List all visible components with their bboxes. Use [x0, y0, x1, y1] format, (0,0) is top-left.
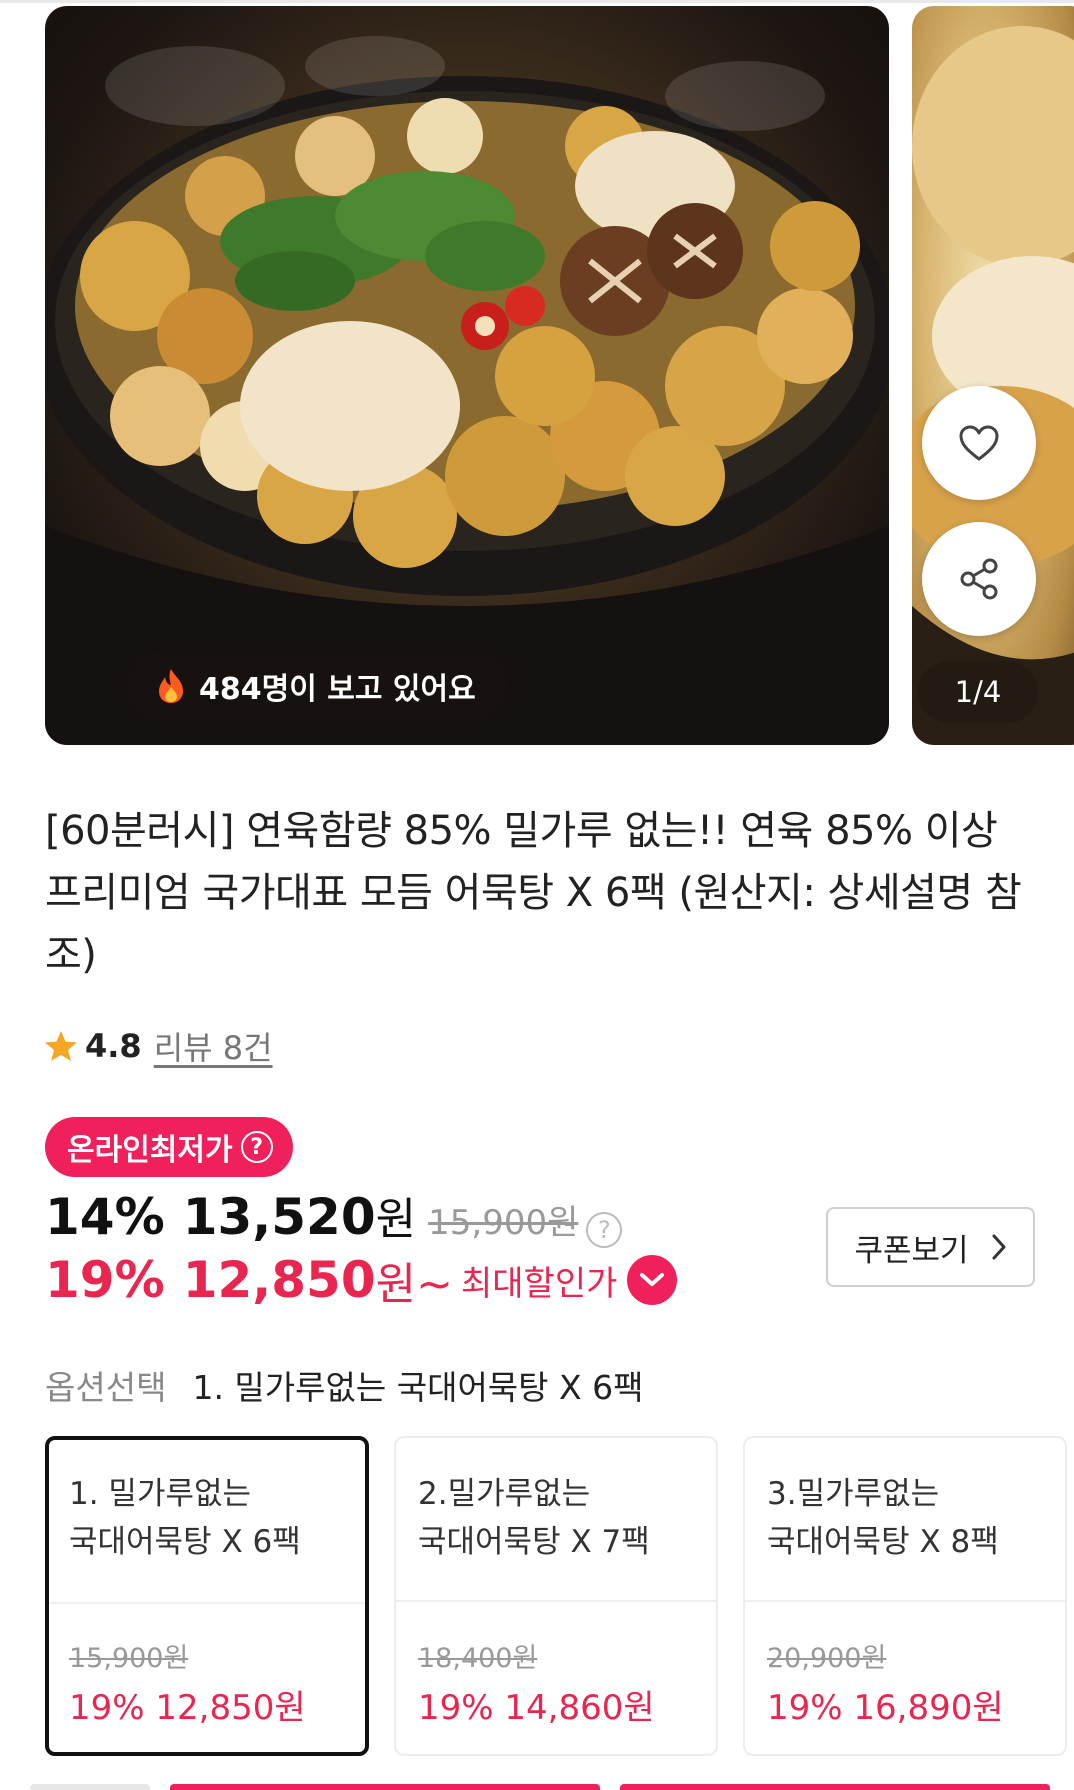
product-image[interactable]: 484명이 보고 있어요	[45, 6, 889, 745]
option-name-line1: 3.밀가루없는	[767, 1476, 940, 1512]
max-discount-percent: 19%	[45, 1251, 165, 1309]
fishcake-hotpot-photo	[45, 36, 889, 745]
lowest-price-badge[interactable]: 온라인최저가 ?	[45, 1117, 293, 1177]
star-icon	[45, 1031, 77, 1061]
option-name: 3.밀가루없는 국대어묵탕 X 8팩	[767, 1470, 1051, 1566]
bottom-bar-edge	[30, 1784, 150, 1790]
option-sale-price: 19% 16,890원	[767, 1688, 1004, 1728]
max-discount-currency: 원~	[375, 1259, 453, 1310]
max-discount-price: 12,850	[182, 1251, 376, 1309]
option-original-price: 18,400원	[418, 1643, 538, 1674]
option-card-3[interactable]: 3.밀가루없는 국대어묵탕 X 8팩 20,900원 19% 16,890원	[743, 1436, 1067, 1756]
coupon-button[interactable]: 쿠폰보기	[826, 1207, 1035, 1287]
option-sale-price: 19% 14,860원	[418, 1688, 655, 1728]
price-amount: 13,520	[182, 1188, 376, 1246]
fire-icon	[159, 669, 183, 703]
image-page-counter: 1/4	[918, 661, 1038, 723]
viewer-count-badge: 484명이 보고 있어요	[125, 651, 508, 721]
top-divider	[0, 0, 1074, 3]
chevron-down-icon[interactable]	[627, 1255, 678, 1305]
option-original-price: 15,900원	[69, 1643, 189, 1674]
reviews-link[interactable]: 리뷰 8건	[154, 1023, 273, 1069]
like-button[interactable]	[922, 386, 1036, 500]
option-divider	[745, 1600, 1065, 1602]
price-currency: 원	[375, 1194, 417, 1245]
option-name-line2: 국대어묵탕 X 8팩	[767, 1524, 999, 1560]
option-select-label: 옵션선택	[45, 1368, 167, 1407]
option-name-line2: 국대어묵탕 X 7팩	[418, 1524, 650, 1560]
share-button[interactable]	[922, 522, 1036, 636]
viewer-count-text: 484명이 보고 있어요	[199, 672, 476, 707]
option-select: 옵션선택 1. 밀가루없는 국대어묵탕 X 6팩	[45, 1360, 643, 1410]
option-name: 1. 밀가루없는 국대어묵탕 X 6팩	[69, 1470, 351, 1566]
original-price: 15,900원	[428, 1203, 579, 1243]
image-gallery[interactable]: 484명이 보고 있어요 1/4	[0, 6, 1074, 745]
option-name-line1: 2.밀가루없는	[418, 1476, 591, 1512]
max-discount-label: 최대할인가	[461, 1263, 618, 1304]
option-divider	[49, 1602, 365, 1604]
max-discount-row[interactable]: 19% 12,850 원~ 최대할인가	[45, 1248, 678, 1312]
heart-icon	[959, 425, 999, 461]
help-icon: ?	[240, 1131, 273, 1163]
option-card-2[interactable]: 2.밀가루없는 국대어묵탕 X 7팩 18,400원 19% 14,860원	[394, 1436, 718, 1756]
option-name: 2.밀가루없는 국대어묵탕 X 7팩	[418, 1470, 702, 1566]
share-icon	[960, 558, 998, 600]
option-name-line1: 1. 밀가루없는	[69, 1476, 252, 1512]
price-help-icon[interactable]: ?	[586, 1212, 623, 1248]
option-card-1[interactable]: 1. 밀가루없는 국대어묵탕 X 6팩 15,900원 19% 12,850원	[45, 1436, 369, 1756]
option-divider	[396, 1600, 716, 1602]
rating-row: 4.8 리뷰 8건	[43, 1020, 273, 1072]
option-selected-value: 1. 밀가루없는 국대어묵탕 X 6팩	[192, 1368, 644, 1407]
option-sale-price: 19% 12,850원	[69, 1688, 306, 1728]
discount-percent: 14%	[45, 1188, 165, 1246]
lowest-price-label: 온라인최저가	[67, 1133, 233, 1168]
chevron-right-icon	[992, 1234, 1006, 1260]
bottom-bar-edge	[170, 1784, 600, 1790]
coupon-button-label: 쿠폰보기	[854, 1232, 969, 1269]
option-original-price: 20,900원	[767, 1643, 887, 1674]
bottom-bar-edge	[620, 1784, 1050, 1790]
product-title: [60분러시] 연육함량 85% 밀가루 없는!! 연육 85% 이상 프리미엄…	[45, 808, 1022, 978]
option-name-line2: 국대어묵탕 X 6팩	[69, 1524, 301, 1560]
current-price-row: 14% 13,520 원 15,900원 ?	[45, 1183, 623, 1248]
rating-score: 4.8	[85, 1027, 142, 1065]
